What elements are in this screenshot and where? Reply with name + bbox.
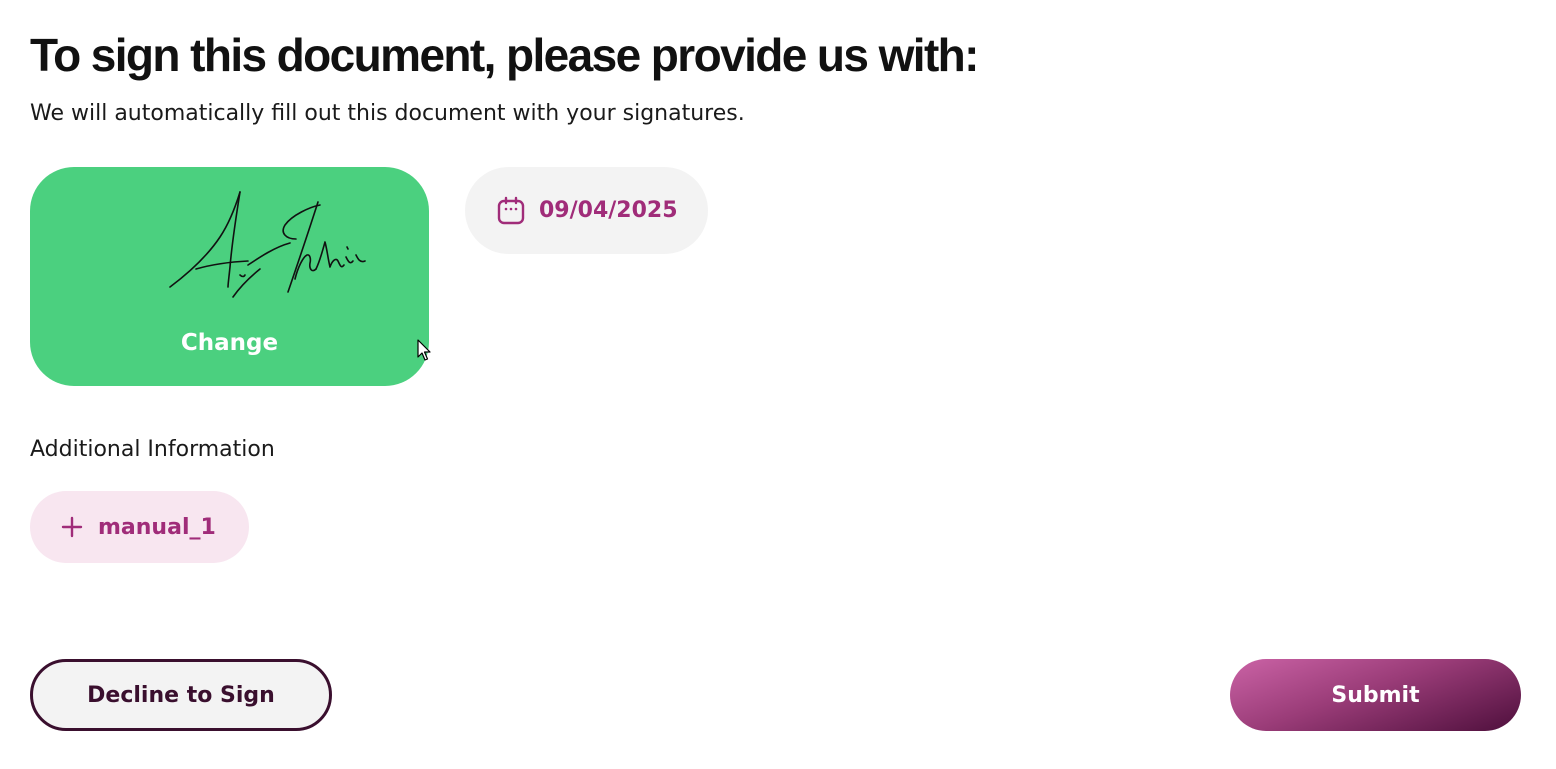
page-title: To sign this document, please provide us… [30,29,979,81]
date-field[interactable]: 09/04/2025 [465,167,708,254]
decline-to-sign-button[interactable]: Decline to Sign [30,659,332,731]
signature-card[interactable]: Change [30,167,429,386]
signature-image [169,191,366,298]
calendar-icon [496,196,526,226]
signing-page: To sign this document, please provide us… [0,0,1556,769]
submit-button[interactable]: Submit [1230,659,1521,731]
page-subtitle: We will automatically fill out this docu… [30,101,745,126]
plus-icon [60,515,84,539]
additional-information-heading: Additional Information [30,437,275,462]
add-field-button-manual-1[interactable]: manual_1 [30,491,249,563]
date-value: 09/04/2025 [539,198,678,223]
add-field-label: manual_1 [98,514,216,540]
change-signature-label[interactable]: Change [30,330,429,356]
